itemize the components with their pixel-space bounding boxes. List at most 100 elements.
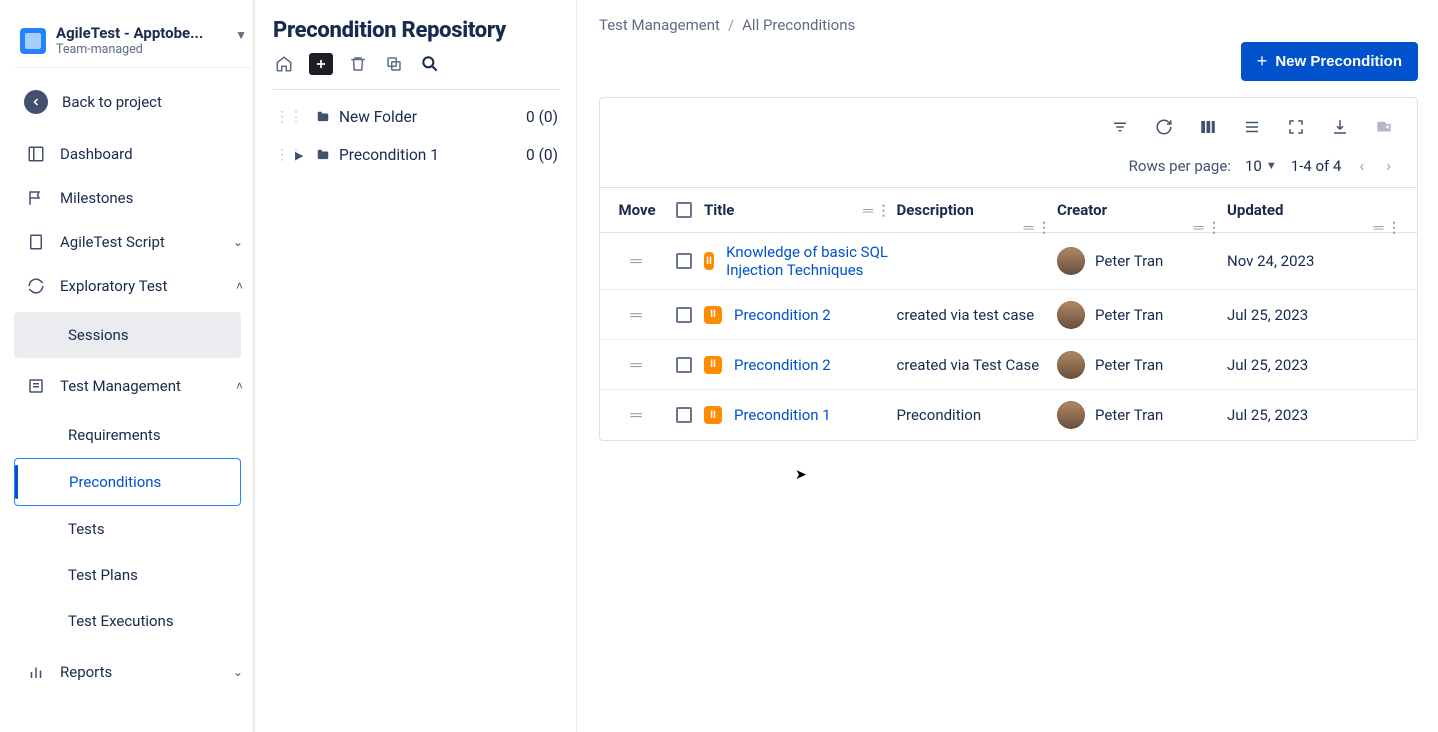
folder-row[interactable]: ⋮⋮ ▶ Precondition 1 0 (0) — [273, 136, 560, 174]
table-row: ═ II Precondition 2 created via Test Cas… — [600, 340, 1417, 390]
drag-handle-icon[interactable]: ═ — [610, 305, 664, 325]
nav-agiletest-script[interactable]: AgileTest Script ⌄ — [14, 220, 253, 264]
col-updated-label: Updated — [1227, 201, 1283, 219]
drag-handle-icon[interactable]: ═ — [610, 405, 664, 425]
chevron-up-icon: ˄ — [236, 279, 243, 293]
row-checkbox[interactable] — [664, 307, 704, 323]
table-row: ═ II Precondition 2 created via test cas… — [600, 290, 1417, 340]
drag-handle-icon[interactable]: ⋮⋮ — [275, 147, 287, 163]
checkbox-icon — [676, 357, 692, 373]
row-checkbox[interactable] — [664, 407, 704, 423]
drag-handle-icon[interactable]: ═ — [610, 251, 664, 271]
precondition-link[interactable]: Precondition 2 — [734, 356, 831, 374]
column-handle-icon[interactable]: ═ ⋮ — [1374, 219, 1401, 236]
project-switcher[interactable]: AgileTest - Apptobe... Team-managed ▼ — [14, 20, 253, 68]
folder-row[interactable]: ⋮⋮ New Folder 0 (0) — [273, 98, 560, 136]
download-icon[interactable] — [1329, 116, 1351, 138]
sub-label: Test Executions — [68, 612, 174, 630]
chevron-down-icon: ⌄ — [233, 665, 243, 679]
col-creator[interactable]: Creator ═ ⋮ — [1057, 201, 1227, 219]
row-creator: Peter Tran — [1057, 247, 1227, 275]
back-to-project[interactable]: Back to project — [14, 80, 253, 124]
table-toolbar — [600, 98, 1417, 146]
row-checkbox[interactable] — [664, 253, 704, 269]
breadcrumb: Test Management / All Preconditions — [599, 16, 1418, 34]
drag-handle-icon[interactable]: ⋮⋮ — [275, 109, 287, 125]
columns-icon[interactable] — [1197, 116, 1219, 138]
nav-test-management[interactable]: Test Management ˄ — [14, 364, 253, 408]
new-precondition-button[interactable]: + New Precondition — [1241, 42, 1418, 81]
row-title: II Precondition 1 — [704, 406, 897, 424]
export-icon[interactable] — [1373, 116, 1395, 138]
col-updated[interactable]: Updated ═ ⋮ — [1227, 201, 1407, 219]
filter-icon[interactable] — [1109, 116, 1131, 138]
sub-test-executions[interactable]: Test Executions — [14, 598, 241, 644]
breadcrumb-current: All Preconditions — [742, 16, 855, 34]
precondition-link[interactable]: Precondition 1 — [734, 406, 831, 424]
sub-test-plans[interactable]: Test Plans — [14, 552, 241, 598]
sub-tests[interactable]: Tests — [14, 506, 241, 552]
sub-sessions[interactable]: Sessions — [14, 312, 241, 358]
sub-preconditions[interactable]: Preconditions — [14, 458, 241, 506]
density-icon[interactable] — [1241, 116, 1263, 138]
plus-icon: + — [1257, 51, 1268, 72]
repository-toolbar — [273, 53, 560, 90]
fullscreen-icon[interactable] — [1285, 116, 1307, 138]
column-handle-icon[interactable]: ═ ⋮ — [863, 202, 890, 219]
column-handle-icon[interactable]: ═ ⋮ — [1024, 219, 1051, 236]
col-description[interactable]: Description ═ ⋮ — [897, 201, 1057, 219]
new-folder-icon[interactable] — [309, 53, 333, 75]
list-icon — [26, 376, 46, 396]
repository-panel: Precondition Repository ⋮⋮ New Folder 0 … — [255, 0, 577, 732]
back-label: Back to project — [62, 93, 162, 111]
select-all[interactable] — [664, 202, 704, 218]
drag-handle-icon[interactable]: ═ — [610, 355, 664, 375]
document-icon — [26, 232, 46, 252]
button-label: New Precondition — [1275, 53, 1402, 70]
col-title[interactable]: Title ═ ⋮ — [704, 201, 897, 219]
nav-label: Test Management — [60, 377, 181, 395]
table-row: ═ II Precondition 1 Precondition Peter T… — [600, 390, 1417, 440]
precondition-type-icon: II — [704, 252, 714, 270]
exploratory-sublist: Sessions — [14, 312, 253, 358]
col-description-label: Description — [897, 201, 974, 219]
nav-label: Exploratory Test — [60, 277, 167, 295]
precondition-type-icon: II — [704, 406, 722, 424]
sub-label: Preconditions — [69, 473, 161, 491]
rows-per-page-label: Rows per page: — [1129, 157, 1231, 175]
avatar — [1057, 401, 1085, 429]
precondition-link[interactable]: Knowledge of basic SQL Injection Techniq… — [726, 243, 896, 279]
test-management-sublist: Requirements Preconditions Tests Test Pl… — [14, 412, 253, 644]
row-description: created via Test Case — [897, 356, 1057, 374]
nav-milestones[interactable]: Milestones — [14, 176, 253, 220]
precondition-link[interactable]: Precondition 2 — [734, 306, 831, 324]
folder-icon — [315, 110, 331, 124]
folder-icon — [315, 148, 331, 162]
row-title: II Knowledge of basic SQL Injection Tech… — [704, 243, 897, 279]
project-title: AgileTest - Apptobe... — [56, 24, 203, 42]
pagination: Rows per page: 10 ▼ 1-4 of 4 ‹ › — [600, 146, 1417, 187]
creator-name: Peter Tran — [1095, 356, 1163, 374]
nav-reports[interactable]: Reports ⌄ — [14, 650, 253, 694]
nav-dashboard[interactable]: Dashboard — [14, 132, 253, 176]
col-title-label: Title — [704, 201, 734, 219]
refresh-icon[interactable] — [1153, 116, 1175, 138]
checkbox-icon — [676, 307, 692, 323]
row-checkbox[interactable] — [664, 357, 704, 373]
copy-icon[interactable] — [383, 53, 405, 75]
nav-exploratory-test[interactable]: Exploratory Test ˄ — [14, 264, 253, 308]
search-icon[interactable] — [419, 53, 441, 75]
dashboard-icon — [26, 144, 46, 164]
column-handle-icon[interactable]: ═ ⋮ — [1194, 219, 1221, 236]
sub-requirements[interactable]: Requirements — [14, 412, 241, 458]
chevron-right-icon[interactable]: ▶ — [295, 149, 307, 162]
breadcrumb-root[interactable]: Test Management — [599, 16, 720, 34]
home-icon[interactable] — [273, 53, 295, 75]
rows-per-page-select[interactable]: 10 ▼ — [1245, 157, 1277, 175]
precondition-type-icon: II — [704, 356, 722, 374]
prev-page[interactable]: ‹ — [1355, 156, 1368, 175]
delete-icon[interactable] — [347, 53, 369, 75]
checkbox-icon — [676, 253, 692, 269]
next-page[interactable]: › — [1382, 156, 1395, 175]
chart-icon — [26, 662, 46, 682]
